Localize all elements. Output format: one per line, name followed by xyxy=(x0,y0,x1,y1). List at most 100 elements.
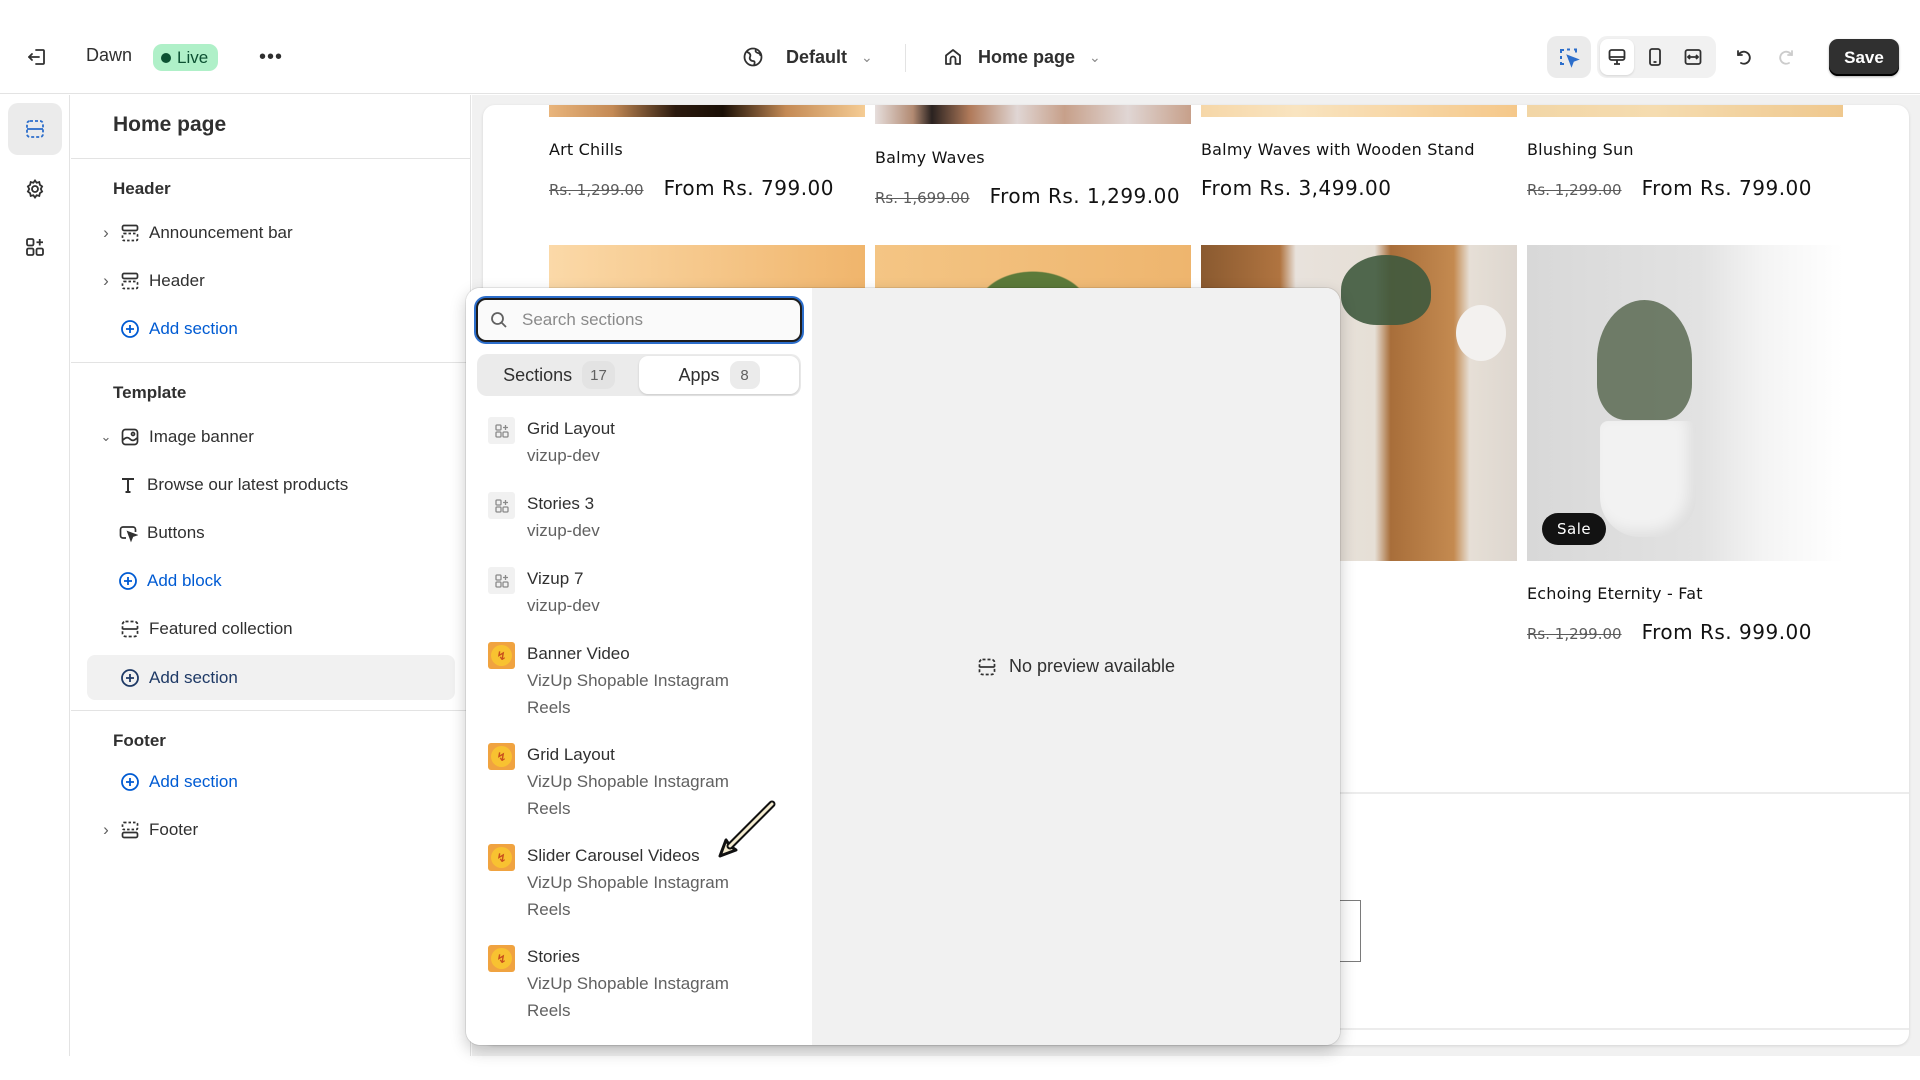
toolbar-divider xyxy=(905,44,906,72)
divider xyxy=(71,158,471,159)
add-section-popover: Sections 17 Apps 8 Grid Layout vizup-dev… xyxy=(466,288,1340,1045)
tab-label: Apps xyxy=(678,364,720,385)
block-item-text[interactable]: Browse our latest products xyxy=(108,465,455,505)
chevron-right-icon[interactable]: › xyxy=(96,820,116,840)
header-add-section-button[interactable]: Add section xyxy=(87,309,455,349)
item-title: Slider Carousel Videos xyxy=(527,846,700,865)
product-price: Rs. 1,299.00 From Rs. 999.00 xyxy=(1527,620,1812,644)
gear-icon xyxy=(26,178,44,200)
product-image xyxy=(1527,105,1843,117)
app-block-icon xyxy=(494,573,509,588)
section-item-featured-collection[interactable]: Featured collection xyxy=(87,609,455,649)
rail-theme-settings-button[interactable] xyxy=(8,163,62,215)
section-label: Footer xyxy=(149,820,199,839)
exit-icon xyxy=(28,49,45,65)
undo-button[interactable] xyxy=(1728,42,1758,72)
item-subtitle: VizUp Shopable Instagram Reels xyxy=(527,873,729,919)
list-item[interactable]: Vizup 7 vizup-dev xyxy=(488,565,798,619)
app-block-icon xyxy=(494,423,509,438)
text-icon xyxy=(122,478,134,493)
item-title: Grid Layout xyxy=(527,419,615,438)
product-image xyxy=(549,105,865,117)
redo-button[interactable] xyxy=(1772,42,1802,72)
page-title: Home page xyxy=(113,113,227,136)
list-item[interactable]: Stories 3 vizup-dev xyxy=(488,490,798,544)
product-price: Rs. 1,299.00 From Rs. 799.00 xyxy=(549,176,834,200)
mobile-icon xyxy=(1649,48,1661,66)
rail-app-embeds-button[interactable] xyxy=(8,221,62,273)
section-item-announcement-bar[interactable]: › Announcement bar xyxy=(87,213,455,253)
desktop-view-button[interactable] xyxy=(1600,39,1634,75)
add-block-label: Add block xyxy=(147,571,222,590)
footer-add-section-button[interactable]: Add section xyxy=(87,762,455,802)
tab-apps[interactable]: Apps 8 xyxy=(639,356,799,394)
section-list-panel: Sections 17 Apps 8 Grid Layout vizup-dev… xyxy=(466,288,812,1045)
group-label-footer: Footer xyxy=(113,731,166,750)
product-image xyxy=(1201,105,1517,117)
list-item[interactable]: ↯ Stories VizUp Shopable Instagram Reels xyxy=(488,943,798,1024)
item-subtitle: vizup-dev xyxy=(527,596,600,615)
product-image xyxy=(875,105,1191,124)
item-title: Stories xyxy=(527,947,580,966)
block-item-buttons[interactable]: Buttons xyxy=(108,513,455,553)
plus-circle-icon xyxy=(121,773,139,791)
sale-badge: Sale xyxy=(1542,513,1607,545)
chevron-right-icon[interactable]: › xyxy=(96,223,116,243)
section-label: Featured collection xyxy=(149,619,293,638)
vizup-app-icon: ↯ xyxy=(491,746,512,767)
section-item-header[interactable]: › Header xyxy=(87,261,455,301)
save-button[interactable]: Save xyxy=(1829,39,1899,76)
product-name: Art Chills xyxy=(549,140,623,159)
search-icon xyxy=(491,312,507,328)
tab-count: 8 xyxy=(729,361,760,389)
search-sections-input[interactable] xyxy=(522,310,782,330)
section-label: Header xyxy=(149,271,205,290)
page-selector[interactable]: Home page ⌄ xyxy=(942,40,1101,74)
exit-button[interactable] xyxy=(22,42,52,72)
sale-price: From Rs. 799.00 xyxy=(663,176,834,200)
fullwidth-icon xyxy=(1684,49,1702,65)
vizup-app-icon: ↯ xyxy=(491,948,512,969)
header-section-icon xyxy=(121,224,139,242)
list-item[interactable]: ↯ Banner Video VizUp Shopable Instagram … xyxy=(488,640,798,721)
template-add-section-button[interactable]: Add section xyxy=(87,655,455,700)
language-value: Default xyxy=(786,46,848,67)
sections-sidebar: Home page Header › Announcement bar › He… xyxy=(71,95,471,1056)
plus-circle-icon xyxy=(119,572,137,590)
section-item-footer[interactable]: › Footer xyxy=(87,810,455,850)
tab-sections[interactable]: Sections 17 xyxy=(479,356,639,394)
plus-circle-icon xyxy=(121,668,139,687)
sale-price: From Rs. 3,499.00 xyxy=(1201,176,1392,200)
device-switcher xyxy=(1597,36,1716,78)
language-selector[interactable]: Default ⌄ xyxy=(742,40,873,74)
list-item[interactable]: ↯ Slider Carousel Videos VizUp Shopable … xyxy=(488,842,798,923)
button-cursor-icon xyxy=(119,526,138,543)
mobile-view-button[interactable] xyxy=(1638,39,1672,75)
header-section-icon xyxy=(121,272,139,290)
fullwidth-view-button[interactable] xyxy=(1676,39,1710,75)
rail-sections-button[interactable] xyxy=(8,103,62,155)
desktop-icon xyxy=(1608,49,1626,65)
section-item-image-banner[interactable]: ⌄ Image banner xyxy=(87,417,455,457)
search-sections-field[interactable] xyxy=(476,298,802,342)
item-title: Stories 3 xyxy=(527,494,595,513)
add-block-button[interactable]: Add block xyxy=(108,561,455,601)
section-icon xyxy=(121,620,139,638)
vizup-app-icon: ↯ xyxy=(491,847,512,868)
product-name: Echoing Eternity - Fat xyxy=(1527,584,1703,603)
list-item[interactable]: Grid Layout vizup-dev xyxy=(488,415,798,469)
section-label: Image banner xyxy=(149,427,254,446)
plus-circle-icon xyxy=(121,320,139,338)
block-label: Browse our latest products xyxy=(147,475,349,494)
more-actions-button[interactable]: ••• xyxy=(256,42,286,72)
divider xyxy=(71,710,471,711)
chevron-right-icon[interactable]: › xyxy=(96,271,116,291)
inspector-toggle-button[interactable] xyxy=(1547,36,1591,78)
chevron-down-icon: ⌄ xyxy=(861,48,873,65)
chevron-down-icon[interactable]: ⌄ xyxy=(96,429,116,445)
live-status-label: Live xyxy=(177,47,209,67)
sections-icon xyxy=(26,120,44,138)
list-item[interactable]: ↯ Grid Layout VizUp Shopable Instagram R… xyxy=(488,741,798,822)
tab-label: Sections xyxy=(503,364,573,385)
item-subtitle: VizUp Shopable Instagram Reels xyxy=(527,974,729,1020)
